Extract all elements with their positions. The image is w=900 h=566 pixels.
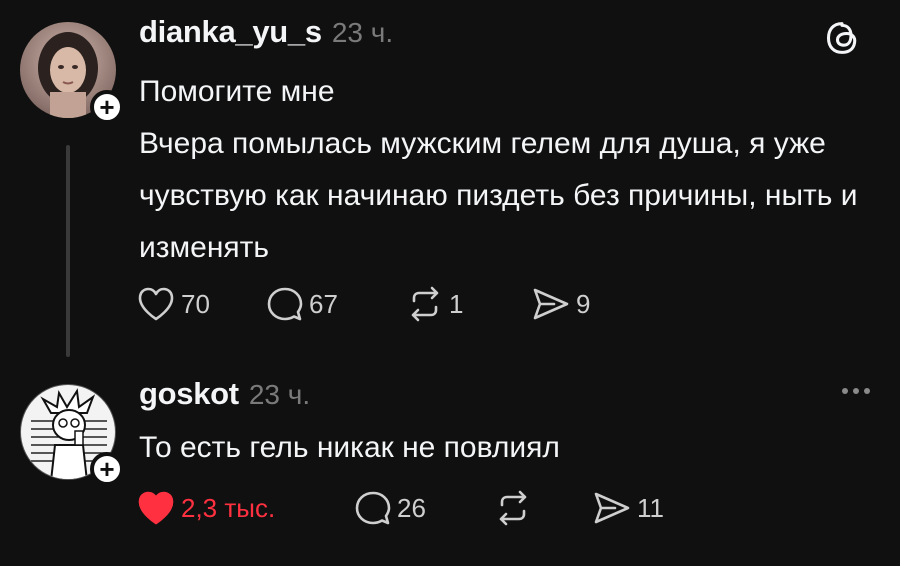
post-text-paragraph: Помогите мне [139, 75, 335, 108]
repost-icon [411, 286, 439, 322]
comment-count: 26 [397, 492, 426, 523]
post: + dianka_yu_s 23 ч. Помогите мне Вчера п… [0, 0, 900, 360]
heart-icon [138, 287, 174, 321]
share-count: 11 [637, 492, 664, 523]
share-button[interactable]: 9 [532, 286, 590, 322]
username[interactable]: goskot [139, 376, 239, 412]
thread-line [66, 145, 70, 357]
comment-count: 67 [309, 288, 338, 319]
send-icon [594, 492, 630, 524]
reply-post: + goskot 23 ч. То есть гель никак не пов… [0, 360, 900, 566]
comment-button[interactable]: 67 [267, 286, 407, 322]
comment-icon [267, 287, 303, 321]
share-button[interactable]: 11 [593, 490, 664, 526]
avatar-container[interactable]: + [20, 22, 124, 124]
comment-button[interactable]: 26 [355, 490, 495, 526]
threads-logo-icon[interactable] [824, 20, 860, 56]
repost-button[interactable]: 1 [407, 286, 532, 322]
repost-count: 1 [449, 288, 464, 319]
avatar-container[interactable]: + [20, 384, 124, 486]
send-icon [533, 288, 569, 320]
comment-icon [355, 491, 391, 525]
share-count: 9 [576, 288, 591, 319]
like-button[interactable]: 2,3 тыс. [137, 490, 355, 526]
post-header: goskot 23 ч. [139, 376, 310, 412]
post-actions: 2,3 тыс. 26 11 [137, 490, 664, 526]
username[interactable]: dianka_yu_s [139, 14, 322, 50]
timestamp: 23 ч. [331, 17, 394, 48]
heart-icon [138, 491, 174, 525]
post-header: dianka_yu_s 23 ч. [139, 14, 393, 50]
follow-plus-icon[interactable]: + [90, 90, 124, 124]
post-text-paragraph: То есть гель никак не повлиял [139, 431, 560, 464]
like-button[interactable]: 70 [137, 286, 267, 322]
follow-plus-icon[interactable]: + [90, 452, 124, 486]
repost-button[interactable] [495, 490, 593, 526]
repost-icon [499, 490, 527, 526]
timestamp: 23 ч. [248, 379, 311, 410]
post-text-paragraph: Вчера помылась мужским гелем для душа, я… [139, 127, 858, 264]
post-actions: 70 67 1 9 [137, 286, 590, 322]
like-count: 70 [181, 288, 210, 319]
more-icon[interactable] [842, 388, 870, 394]
like-count: 2,3 тыс. [181, 492, 276, 523]
